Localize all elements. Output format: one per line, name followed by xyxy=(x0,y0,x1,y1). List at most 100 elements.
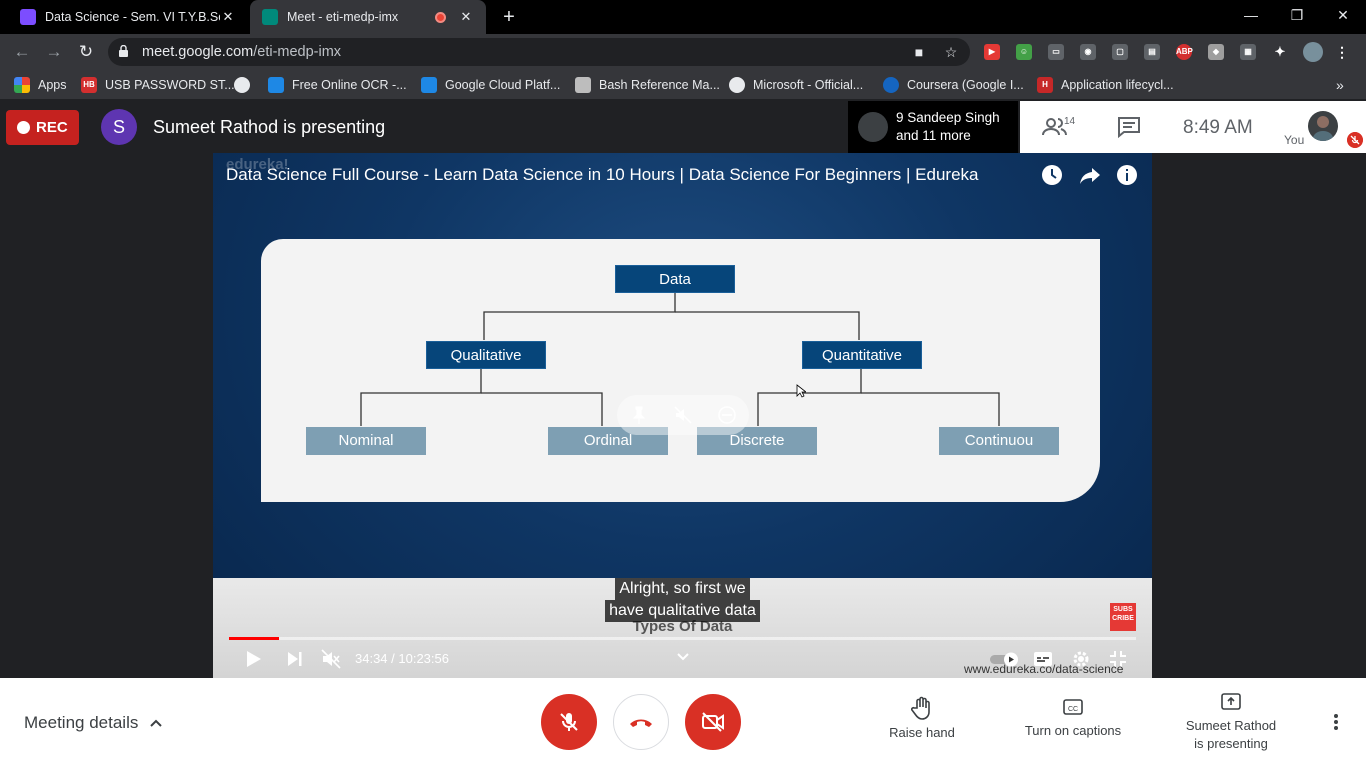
bookmark-apps[interactable]: Apps xyxy=(14,75,67,95)
diagram-node-qualitative: Qualitative xyxy=(426,341,546,369)
volume-muted-icon[interactable] xyxy=(321,649,341,669)
subscribe-badge[interactable]: SUBS CRIBE xyxy=(1110,603,1136,631)
extension-green-icon[interactable]: ☺ xyxy=(1016,44,1032,60)
leave-call-button[interactable] xyxy=(613,694,669,750)
h-favicon-icon: H xyxy=(1037,77,1053,93)
play-icon[interactable] xyxy=(243,649,263,669)
meet-favicon-icon xyxy=(262,9,278,25)
chat-icon[interactable] xyxy=(1116,115,1142,139)
pin-icon[interactable] xyxy=(629,405,649,425)
more-options-icon[interactable] xyxy=(1326,712,1346,732)
bookmark-usb-password[interactable]: HB USB PASSWORD ST... xyxy=(81,75,235,95)
raise-hand-label: Raise hand xyxy=(889,725,955,740)
profile-avatar-icon[interactable] xyxy=(1303,42,1323,62)
raise-hand-button[interactable]: Raise hand xyxy=(882,696,962,742)
presenting-button[interactable]: Sumeet Rathod is presenting xyxy=(1176,691,1286,753)
forward-button[interactable]: → xyxy=(42,40,66,64)
recording-badge[interactable]: REC xyxy=(6,110,79,145)
captions-button[interactable]: CC Turn on captions xyxy=(1016,696,1130,740)
bookmark-microsoft[interactable]: Microsoft - Official... xyxy=(729,75,863,95)
bookmark-coursera[interactable]: Coursera (Google I... xyxy=(883,75,1024,95)
self-avatar[interactable] xyxy=(1308,111,1338,141)
adblock-icon[interactable]: ABP xyxy=(1176,44,1193,60)
remove-participant-icon[interactable] xyxy=(717,405,737,425)
extension-window-icon[interactable]: ▭ xyxy=(1048,44,1064,60)
hb-favicon-icon: HB xyxy=(81,77,97,93)
diagram-node-quantitative: Quantitative xyxy=(802,341,922,369)
diagram-node-nominal: Nominal xyxy=(306,427,426,455)
video-progress-fill[interactable] xyxy=(229,637,279,640)
tab-title: Data Science - Sem. VI T.Y.B.Sc. (C xyxy=(45,10,220,24)
svg-text:CC: CC xyxy=(1068,706,1078,713)
bookmark-label: Microsoft - Official... xyxy=(753,78,864,92)
url-path: /eti-medp-imx xyxy=(253,44,342,60)
meeting-details-button[interactable]: Meeting details xyxy=(24,713,163,733)
chrome-menu-icon[interactable]: ⋮ xyxy=(1334,44,1350,60)
bookmark-google-cloud[interactable]: Google Cloud Platf... xyxy=(421,75,560,95)
mute-participant-icon[interactable] xyxy=(673,405,693,425)
mic-off-icon xyxy=(560,713,578,731)
mic-toggle-button[interactable] xyxy=(541,694,597,750)
extensions-puzzle-icon[interactable]: ✦ xyxy=(1272,44,1288,60)
tab-title: Meet - eti-medp-imx xyxy=(287,10,399,24)
camera-toggle-button[interactable] xyxy=(685,694,741,750)
new-tab-button[interactable]: + xyxy=(498,6,520,28)
bookmark-label: Bash Reference Ma... xyxy=(599,78,720,92)
extension-red-icon[interactable]: ▶ xyxy=(984,44,1000,60)
caption-line-2: have qualitative data xyxy=(605,600,760,622)
presenting-label-line1: Sumeet Rathod xyxy=(1185,718,1277,733)
you-label: You xyxy=(1284,133,1305,147)
minimize-button[interactable]: — xyxy=(1228,0,1274,30)
extension-bulb-icon[interactable]: ◉ xyxy=(1080,44,1096,60)
participants-chip[interactable]: 9 Sandeep Singh and 11 more xyxy=(848,101,1018,153)
grid-icon xyxy=(268,77,284,93)
close-tab-icon[interactable]: ✕ xyxy=(458,9,474,25)
edureka-site-url: www.edureka.co/data-science xyxy=(964,662,1124,676)
bookmark-bash-reference[interactable]: Bash Reference Ma... xyxy=(575,75,720,95)
bookmark-star-icon[interactable]: ☆ xyxy=(943,44,959,60)
lock-icon xyxy=(119,45,128,57)
tab-data-science[interactable]: Data Science - Sem. VI T.Y.B.Sc. (C ✕ xyxy=(8,0,248,34)
restore-button[interactable]: ❐ xyxy=(1274,0,1320,30)
close-window-button[interactable]: ✕ xyxy=(1320,0,1366,30)
recording-indicator-icon xyxy=(435,11,446,23)
meeting-clock: 8:49 AM xyxy=(1183,117,1253,138)
diagram-node-data: Data xyxy=(615,265,735,293)
presenter-title: Sumeet Rathod is presenting xyxy=(153,117,386,137)
extension-cc-icon[interactable]: ▢ xyxy=(1112,44,1128,60)
globe-icon xyxy=(234,77,250,93)
video-time: 34:34 / 10:23:56 xyxy=(355,651,449,666)
extension-tv-icon[interactable]: ▤ xyxy=(1144,44,1160,60)
classroom-favicon-icon xyxy=(20,9,36,25)
hang-up-icon xyxy=(630,719,652,727)
shared-video[interactable]: edureka! Data Science Full Course - Lear… xyxy=(213,153,1152,678)
url-domain: meet.google.com xyxy=(142,44,254,60)
apps-grid-icon xyxy=(14,77,30,93)
people-count: 14 xyxy=(1064,116,1076,127)
meeting-details-label: Meeting details xyxy=(24,713,139,732)
browser-toolbar: ← → ↻ meet.google.com/eti-medp-imx ■ ☆ ▶… xyxy=(0,34,1366,70)
next-icon[interactable] xyxy=(285,649,305,669)
camera-icon[interactable]: ■ xyxy=(911,44,927,60)
address-bar[interactable]: meet.google.com/eti-medp-imx ■ ☆ xyxy=(108,38,970,66)
bookmarks-bar: Apps HB USB PASSWORD ST... Free Online O… xyxy=(0,70,1366,100)
tile-hover-controls xyxy=(617,395,749,435)
browser-tab-strip: Data Science - Sem. VI T.Y.B.Sc. (C ✕ Me… xyxy=(0,0,1366,34)
bookmark-label: Google Cloud Platf... xyxy=(445,78,561,92)
extension-grid-icon[interactable]: ▦ xyxy=(1240,44,1256,60)
bookmark-free-ocr[interactable]: Free Online OCR -... xyxy=(268,75,407,95)
reload-button[interactable]: ↻ xyxy=(74,40,98,64)
chevron-down-icon[interactable] xyxy=(673,647,693,667)
chevron-up-icon xyxy=(150,719,163,727)
close-tab-icon[interactable]: ✕ xyxy=(220,9,236,25)
back-button[interactable]: ← xyxy=(10,40,34,64)
more-bookmarks-icon[interactable]: » xyxy=(1336,75,1344,95)
recording-label: REC xyxy=(36,119,68,136)
url-text: meet.google.com/eti-medp-imx xyxy=(142,44,341,60)
video-progress-track[interactable] xyxy=(229,637,1136,640)
extension-puzzle-gray-icon[interactable]: ◆ xyxy=(1208,44,1224,60)
meet-bottom-bar: Meeting details Raise hand CC Turn on ca… xyxy=(0,678,1366,768)
bookmark-application-lifecycle[interactable]: H Application lifecycl... xyxy=(1037,75,1174,95)
bookmark-globe[interactable] xyxy=(234,75,258,95)
tab-meet[interactable]: Meet - eti-medp-imx ✕ xyxy=(250,0,486,34)
